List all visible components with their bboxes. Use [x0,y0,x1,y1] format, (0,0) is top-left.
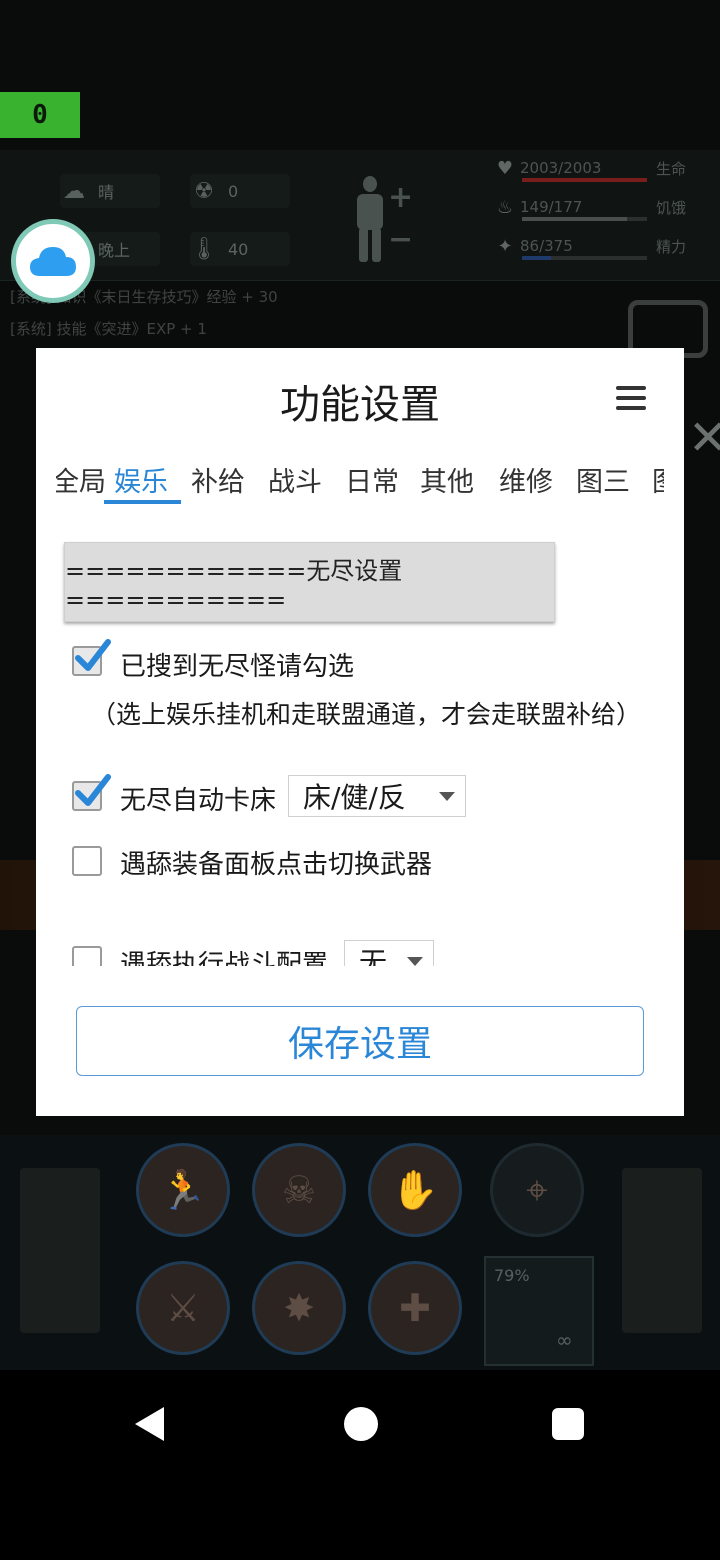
stat-bar-fill [522,178,647,182]
back-icon[interactable] [135,1407,164,1441]
dialog-title: 功能设置 [280,382,440,428]
weapon-ammo: ∞ [556,1328,573,1352]
tab-supply[interactable]: 补给 [191,460,245,499]
chevron-down-icon [439,792,455,801]
tab-combat[interactable]: 战斗 [268,460,322,499]
endless-monster-found-label: 已搜到无尽怪请勾选 [120,652,355,682]
home-icon[interactable] [344,1407,378,1441]
bed-mode-dropdown[interactable]: 床/健/反 [288,775,466,817]
stat-row: ♨ 149/177 饥饿 [490,191,720,223]
tab-bar: 全局 娱乐 补给 战斗 日常 其他 维修 图三 图 [56,456,664,508]
radiation-cell: ☢ 0 [190,174,290,208]
sprint-skill-icon: 🏃 [136,1143,230,1237]
stat-bar [522,256,647,260]
food-icon: ♨ [496,196,514,218]
skull-skill-icon: ☠ [252,1143,346,1237]
minus-icon: − [388,222,414,257]
tab-repair[interactable]: 维修 [499,460,553,499]
endless-auto-bed-checkbox[interactable] [72,774,111,811]
recent-apps-icon[interactable] [552,1408,584,1440]
weapon-slot: 79% ∞ [484,1256,594,1366]
endless-monster-found-checkbox[interactable] [72,639,111,676]
navigation-bar [0,1370,720,1560]
tab-other[interactable]: 其他 [420,460,474,499]
tab-map[interactable]: 图 [652,460,664,499]
left-arrow-icon [20,1168,100,1333]
tab-map-three[interactable]: 图三 [576,460,630,499]
right-arrow-icon [622,1168,702,1333]
heal-skill-icon: ✚ [368,1261,462,1355]
stat-label: 精力 [656,237,687,256]
radiation-value: 0 [228,181,239,201]
combat-config-checkbox[interactable] [72,946,102,966]
save-settings-button[interactable]: 保存设置 [76,1006,644,1076]
checkmark-icon [75,774,111,806]
time-of-day: 晚上 [98,241,131,260]
tab-daily[interactable]: 日常 [345,460,399,499]
plus-icon: + [388,180,414,215]
settings-dialog: 功能设置 全局 娱乐 补给 战斗 日常 其他 维修 图三 图 =========… [36,348,684,1116]
strike-skill-icon: ✸ [252,1261,346,1355]
cloud-icon [30,247,76,276]
tab-entertainment[interactable]: 娱乐 [114,460,168,499]
energy-icon: ✦ [497,235,513,257]
weather-label: 晴 [98,183,115,202]
slash-skill-icon: ⚔ [136,1261,230,1355]
bed-mode-value: 床/健/反 [303,781,406,814]
stat-label: 饥饿 [656,198,687,217]
combat-config-value: 无 [359,946,388,966]
alliance-note: （选上娱乐挂机和走联盟通道，才会走联盟补给） [90,700,641,729]
options-scroll-area[interactable]: 已搜到无尽怪请勾选 （选上娱乐挂机和走联盟通道，才会走联盟补给） 无尽自动卡床 … [36,634,684,966]
stat-bar-fill [522,256,551,260]
crosshair-skill-icon: ⌖ [490,1143,584,1237]
thermometer-icon: 🌡 [190,236,218,262]
combat-config-label: 遇舔执行战斗配置 [120,950,329,966]
stat-label: 生命 [656,159,687,178]
stat-row: ✦ 86/375 精力 [490,230,720,262]
combat-config-dropdown[interactable]: 无 [344,940,434,966]
switch-weapon-label: 遇舔装备面板点击切换武器 [120,850,433,880]
radiation-icon: ☢ [194,178,214,204]
active-tab-indicator [104,500,181,504]
weather-cell: ☁ 晴 [60,174,160,208]
temperature-cell: 🌡 40 [190,232,290,266]
stat-row: ♥ 2003/2003 生命 [490,152,720,184]
stat-value: 149/177 [520,198,583,216]
stat-bar [522,178,647,182]
switch-weapon-checkbox[interactable] [72,846,102,876]
cross-icon: ✕ [688,410,720,466]
endless-settings-header-button[interactable]: ============无尽设置=========== [64,542,555,622]
tab-global[interactable]: 全局 [56,460,106,499]
menu-icon[interactable] [616,386,646,410]
endless-auto-bed-label: 无尽自动卡床 [120,786,277,816]
temperature-value: 40 [228,239,249,259]
stat-bar [522,217,647,221]
stat-value: 86/375 [520,237,573,255]
log-line: [系统] 技能《突进》EXP + 1 [10,320,207,338]
skill-bar [0,1135,720,1370]
weather-icon: ☁ [63,178,85,204]
checkmark-icon [75,639,111,671]
counter-badge: 0 [0,92,80,138]
chevron-down-icon [407,957,423,966]
stat-value: 2003/2003 [520,159,602,177]
heart-icon: ♥ [496,157,514,179]
cloud-float-button[interactable] [11,219,95,303]
weapon-durability: 79% [494,1266,530,1285]
stat-bar-fill [522,217,627,221]
claw-skill-icon: ✋ [368,1143,462,1237]
